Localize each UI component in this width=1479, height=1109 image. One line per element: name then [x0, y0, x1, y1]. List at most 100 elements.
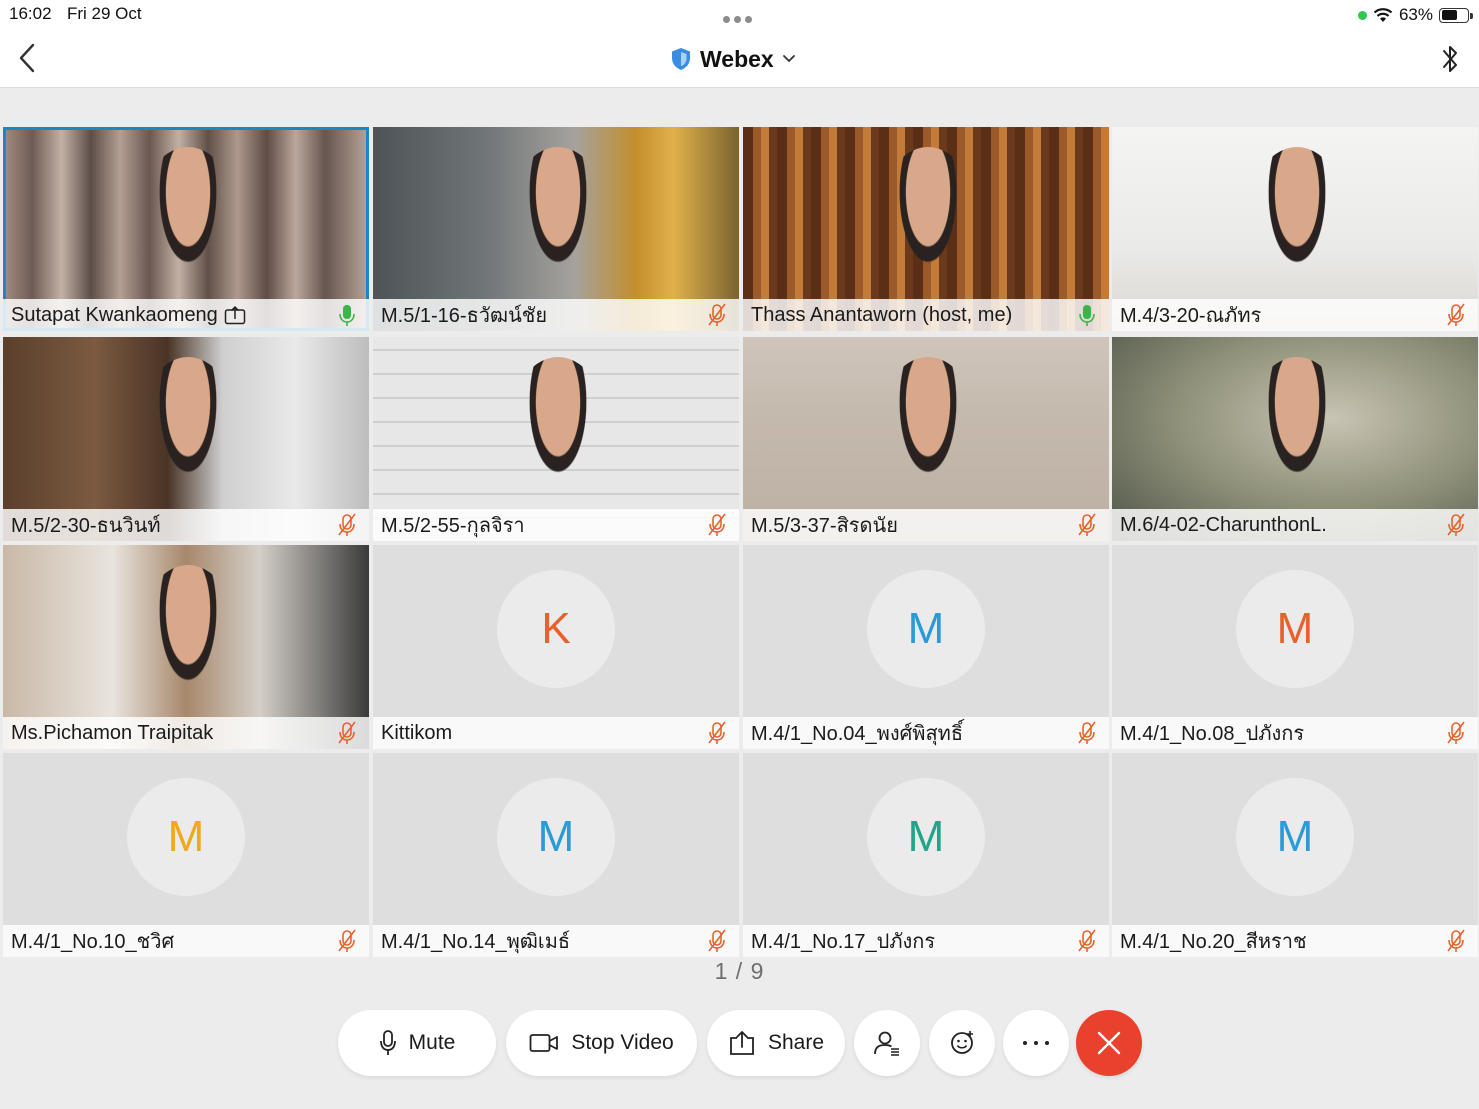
participant-label-bar: M.4/1_No.08_ปภังกร	[1112, 717, 1478, 749]
participant-name: M.4/1_No.08_ปภังกร	[1120, 723, 1305, 745]
microphone-muted-icon	[708, 513, 726, 536]
participant-tile[interactable]: M M.4/1_No.04_พงศ์พิสุทธิ์	[743, 545, 1109, 749]
participant-tile[interactable]: M M.4/1_No.10_ชวิศ	[3, 753, 369, 957]
multitasking-dots-icon[interactable]	[723, 10, 757, 23]
battery-percentage: 63%	[1398, 5, 1433, 24]
microphone-muted-icon	[708, 929, 726, 952]
participant-tile[interactable]: M M.4/1_No.08_ปภังกร	[1112, 545, 1478, 749]
end-meeting-button[interactable]	[1076, 1010, 1142, 1076]
more-dots-icon	[1023, 1041, 1049, 1045]
participant-avatar: K	[497, 570, 615, 688]
participant-tile[interactable]: M.5/3-37-สิรดนัย	[743, 337, 1109, 541]
participant-name: M.4/3-20-ณภัทร	[1120, 305, 1262, 327]
participant-tile[interactable]: M M.4/1_No.14_พุฒิเมธ์	[373, 753, 739, 957]
close-icon	[1097, 1031, 1121, 1055]
participant-label-bar: M.4/1_No.14_พุฒิเมธ์	[373, 925, 739, 957]
microphone-muted-icon	[338, 513, 356, 536]
participant-tile[interactable]: M.4/3-20-ณภัทร	[1112, 127, 1478, 331]
participant-label-bar: M.5/1-16-ธวัฒน์ชัย	[373, 299, 739, 331]
participant-tile[interactable]: Thass Anantaworn (host, me)	[743, 127, 1109, 331]
participant-label-bar: M.5/3-37-สิรดนัย	[743, 509, 1109, 541]
participant-label-bar: M.5/2-30-ธนวินท์	[3, 509, 369, 541]
participant-tile[interactable]: Sutapat Kwankaomeng	[3, 127, 369, 331]
mute-button[interactable]: Mute	[338, 1010, 496, 1076]
chevron-down-icon	[782, 55, 795, 63]
participant-tile[interactable]: K Kittikom	[373, 545, 739, 749]
participant-name: M.5/2-55-กุลจิรา	[381, 515, 525, 537]
participant-label-bar: Thass Anantaworn (host, me)	[743, 299, 1109, 331]
meeting-control-bar: Mute Stop Video Share	[0, 1010, 1479, 1076]
stop-video-label: Stop Video	[571, 1031, 674, 1054]
participant-label-bar: M.4/1_No.20_สีหราช	[1112, 925, 1478, 957]
microphone-on-icon	[1079, 305, 1095, 326]
meeting-title-dropdown[interactable]: Webex	[670, 44, 796, 74]
microphone-muted-icon	[1447, 929, 1465, 952]
status-indicators: 63%	[1357, 4, 1473, 26]
sharing-icon	[224, 305, 246, 325]
microphone-muted-icon	[1447, 303, 1465, 326]
share-button[interactable]: Share	[707, 1010, 845, 1076]
reactions-button[interactable]	[929, 1010, 995, 1076]
participant-tile[interactable]: M.6/4-02-CharunthonL.	[1112, 337, 1478, 541]
mute-label: Mute	[408, 1031, 456, 1054]
participant-name: M.4/1_No.10_ชวิศ	[11, 931, 175, 953]
share-icon	[730, 1031, 754, 1055]
participant-name: M.4/1_No.17_ปภังกร	[751, 931, 936, 953]
participant-label-bar: M.4/1_No.04_พงศ์พิสุทธิ์	[743, 717, 1109, 749]
back-chevron-icon[interactable]	[14, 42, 40, 74]
participant-name: M.5/1-16-ธวัฒน์ชัย	[381, 305, 548, 327]
participant-name: M.6/4-02-CharunthonL.	[1120, 513, 1327, 536]
participant-label-bar: M.4/1_No.10_ชวิศ	[3, 925, 369, 957]
participant-tile[interactable]: M.5/2-55-กุลจิรา	[373, 337, 739, 541]
participant-name: Thass Anantaworn (host, me)	[751, 303, 1013, 326]
microphone-muted-icon	[1078, 513, 1096, 536]
participant-label-bar: Kittikom	[373, 717, 739, 749]
participant-label-bar: Ms.Pichamon Traipitak	[3, 717, 369, 749]
webex-meeting-screen: 16:02 Fri 29 Oct 63% Webex Sutapat Kwank…	[0, 0, 1479, 1109]
participant-tile[interactable]: M.5/1-16-ธวัฒน์ชัย	[373, 127, 739, 331]
status-date: Fri 29 Oct	[67, 4, 142, 23]
battery-icon	[1439, 7, 1473, 23]
participant-tile[interactable]: M.5/2-30-ธนวินท์	[3, 337, 369, 541]
microphone-muted-icon	[1078, 929, 1096, 952]
participant-name: Ms.Pichamon Traipitak	[11, 721, 214, 744]
participant-avatar: M	[127, 778, 245, 896]
participant-label-bar: M.4/3-20-ณภัทร	[1112, 299, 1478, 331]
microphone-muted-icon	[1078, 721, 1096, 744]
microphone-on-icon	[339, 305, 355, 326]
participant-name: M.5/2-30-ธนวินท์	[11, 515, 161, 537]
smiley-icon	[951, 1031, 973, 1054]
microphone-muted-icon	[708, 721, 726, 744]
participant-avatar: M	[867, 778, 985, 896]
participant-tile[interactable]: M M.4/1_No.20_สีหราช	[1112, 753, 1478, 957]
participant-name: Kittikom	[381, 721, 453, 744]
participant-name: M.4/1_No.04_พงศ์พิสุทธิ์	[751, 723, 964, 745]
microphone-muted-icon	[338, 721, 356, 744]
participant-label-bar: Sutapat Kwankaomeng	[3, 299, 369, 331]
participant-tile[interactable]: Ms.Pichamon Traipitak	[3, 545, 369, 749]
wifi-icon	[1373, 8, 1393, 22]
participants-icon	[874, 1031, 899, 1056]
participant-name: M.4/1_No.14_พุฒิเมธ์	[381, 931, 571, 953]
more-options-button[interactable]	[1003, 1010, 1069, 1076]
navigation-bar: Webex	[0, 30, 1479, 88]
video-camera-icon	[529, 1034, 559, 1052]
participant-label-bar: M.4/1_No.17_ปภังกร	[743, 925, 1109, 957]
microphone-muted-icon	[708, 303, 726, 326]
participants-button[interactable]	[854, 1010, 920, 1076]
status-time: 16:02	[9, 4, 52, 23]
microphone-muted-icon	[338, 929, 356, 952]
participant-name: M.5/3-37-สิรดนัย	[751, 515, 898, 537]
participant-name: Sutapat Kwankaomeng	[11, 303, 218, 326]
shield-icon	[672, 48, 690, 70]
page-indicator: 1 / 9	[714, 958, 765, 984]
participant-avatar: M	[1236, 570, 1354, 688]
stop-video-button[interactable]: Stop Video	[506, 1010, 697, 1076]
participant-avatar: M	[867, 570, 985, 688]
share-label: Share	[767, 1031, 825, 1054]
microphone-icon	[379, 1030, 396, 1055]
status-bar: 16:02 Fri 29 Oct 63%	[0, 0, 1479, 30]
participant-tile[interactable]: M M.4/1_No.17_ปภังกร	[743, 753, 1109, 957]
bluetooth-icon[interactable]	[1439, 42, 1461, 76]
participant-avatar: M	[1236, 778, 1354, 896]
